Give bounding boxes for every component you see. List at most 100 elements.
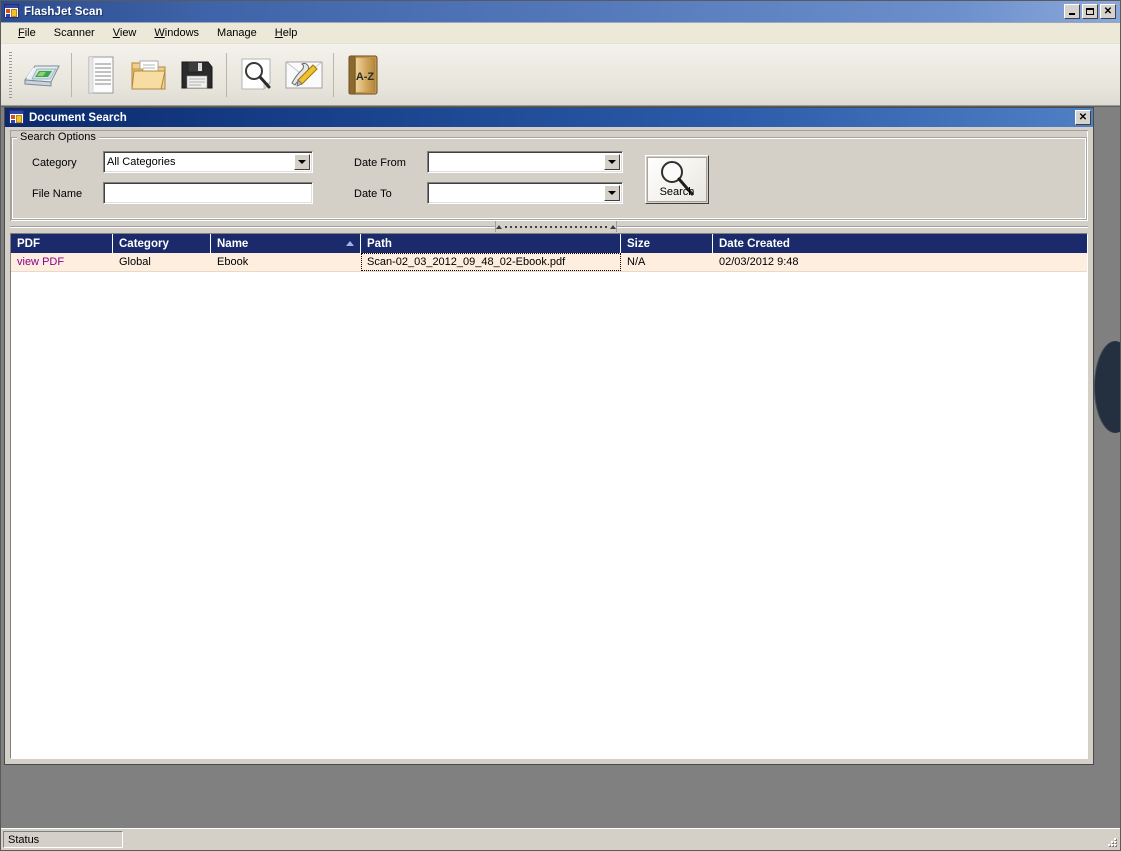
folder-documents-icon [131,60,166,89]
splitter-row [5,221,1093,233]
search-options-content: Category All Categories File Name Date F… [11,131,1087,220]
tools-wrench-screwdriver-icon [285,61,323,88]
sort-ascending-icon [346,241,354,246]
main-toolbar: A-Z [1,44,1120,106]
toolbar-tools-button[interactable] [280,51,328,99]
grid-header-path-label: Path [367,237,392,250]
grid-header-category-label: Category [119,237,169,250]
category-dropdown-arrow[interactable] [294,154,310,170]
toolbar-az-button[interactable]: A-Z [339,51,387,99]
decorative-blob [1094,341,1120,433]
cell-category: Global [119,256,151,268]
document-search-icon [9,109,25,126]
grid-empty-area [11,272,1087,758]
category-combobox[interactable]: All Categories [103,151,313,173]
date-to-combobox[interactable] [427,182,623,204]
chevron-down-icon [608,160,616,164]
grid-header-name-label: Name [217,237,249,250]
window-controls: ✕ [1064,4,1116,19]
grid-header-name[interactable]: Name [211,234,361,253]
grid-header-pdf[interactable]: PDF [11,234,113,253]
close-icon: ✕ [1103,5,1113,17]
file-name-input[interactable] [103,182,313,204]
menu-windows-label: indows [164,27,200,39]
search-button-label: Search [659,186,695,198]
cell-pdf-link-text: PDF [42,256,65,268]
chevron-down-icon [298,160,306,164]
scanner-icon [24,65,60,87]
toolbar-separator-3 [333,52,334,97]
status-bar: Status [1,828,1120,850]
splitter-grip-dots [505,225,607,228]
grid-header-size-label: Size [627,237,651,250]
menu-scanner[interactable]: Scanner [45,25,104,41]
arrow-up-icon [496,224,502,229]
results-grid[interactable]: PDF Category Name Path Size Date Created… [10,233,1088,759]
grid-header-date-created[interactable]: Date Created [713,234,1087,253]
menu-bar: File Scanner View Windows Manage Help [1,23,1120,44]
document-search-title-bar: Document Search ✕ [5,108,1093,127]
menu-file[interactable]: File [9,25,45,41]
minimize-button[interactable] [1064,4,1080,19]
arrow-up-icon [610,224,616,229]
resize-grip-icon[interactable] [1106,836,1118,848]
date-from-label: Date From [354,157,406,169]
toolbar-folder-button[interactable] [125,51,173,99]
file-name-label: File Name [32,188,83,200]
toolbar-search-button[interactable] [232,51,280,99]
document-lines-icon [88,56,114,93]
application-window: FlashJet Scan ✕ File Scanner View Window… [0,0,1121,851]
document-search-close-button[interactable]: ✕ [1075,110,1091,125]
menu-manage[interactable]: Manage [208,25,266,41]
menu-file-label: ile [24,27,36,39]
close-icon: ✕ [1078,111,1088,123]
search-options-legend: Search Options [17,131,99,143]
grid-header-size[interactable]: Size [621,234,713,253]
app-title: FlashJet Scan [24,5,103,18]
az-book-icon: A-Z [348,55,378,94]
date-to-dropdown-arrow[interactable] [604,185,620,201]
cell-size: N/A [627,256,646,268]
grid-header-category[interactable]: Category [113,234,211,253]
date-from-combobox[interactable] [427,151,623,173]
document-search-title: Document Search [29,111,127,124]
mdi-client-area: Document Search ✕ Search Options Categor… [1,106,1120,828]
floppy-save-icon [181,61,213,88]
category-value: All Categories [107,156,176,168]
menu-scanner-label: Scanner [53,27,95,39]
cell-name: Ebook [217,256,249,268]
date-to-label: Date To [354,188,392,200]
toolbar-document-button[interactable] [77,51,125,99]
menu-view[interactable]: View [104,25,146,41]
toolbar-save-button[interactable] [173,51,221,99]
collapse-splitter-handle[interactable] [495,221,617,232]
cell-pdf-link[interactable]: view PDF [11,253,113,271]
maximize-button[interactable] [1082,4,1098,19]
main-title-bar: FlashJet Scan ✕ [1,1,1120,23]
date-from-dropdown-arrow[interactable] [604,154,620,170]
table-row[interactable]: view PDF Global Ebook Scan-02_03_2012_09… [11,253,1087,272]
cell-path[interactable]: Scan-02_03_2012_09_48_02-Ebook.pdf [361,253,621,271]
cell-date-created: 02/03/2012 9:48 [719,256,799,268]
grid-header-row: PDF Category Name Path Size Date Created [11,234,1087,253]
cell-pdf-prefix: view [17,256,40,268]
grid-header-pdf-label: PDF [17,237,40,250]
menu-view-label: iew [119,27,137,39]
menu-windows[interactable]: Windows [145,25,208,41]
toolbar-grip[interactable] [9,51,12,98]
category-label: Category [32,157,77,169]
az-book-label: A-Z [356,71,375,83]
search-button[interactable]: Search [645,155,709,204]
menu-help[interactable]: Help [266,25,307,41]
document-search-body: Search Options Category All Categories F… [5,127,1093,764]
menu-help-label: elp [282,27,298,39]
toolbar-separator-2 [226,52,227,97]
status-text: Status [3,831,123,848]
grid-header-path[interactable]: Path [361,234,621,253]
grid-header-date-created-label: Date Created [719,237,790,250]
toolbar-separator-1 [71,52,72,97]
chevron-down-icon [608,191,616,195]
close-button[interactable]: ✕ [1100,4,1116,19]
toolbar-scan-button[interactable] [18,51,66,99]
app-icon[interactable] [4,3,20,20]
